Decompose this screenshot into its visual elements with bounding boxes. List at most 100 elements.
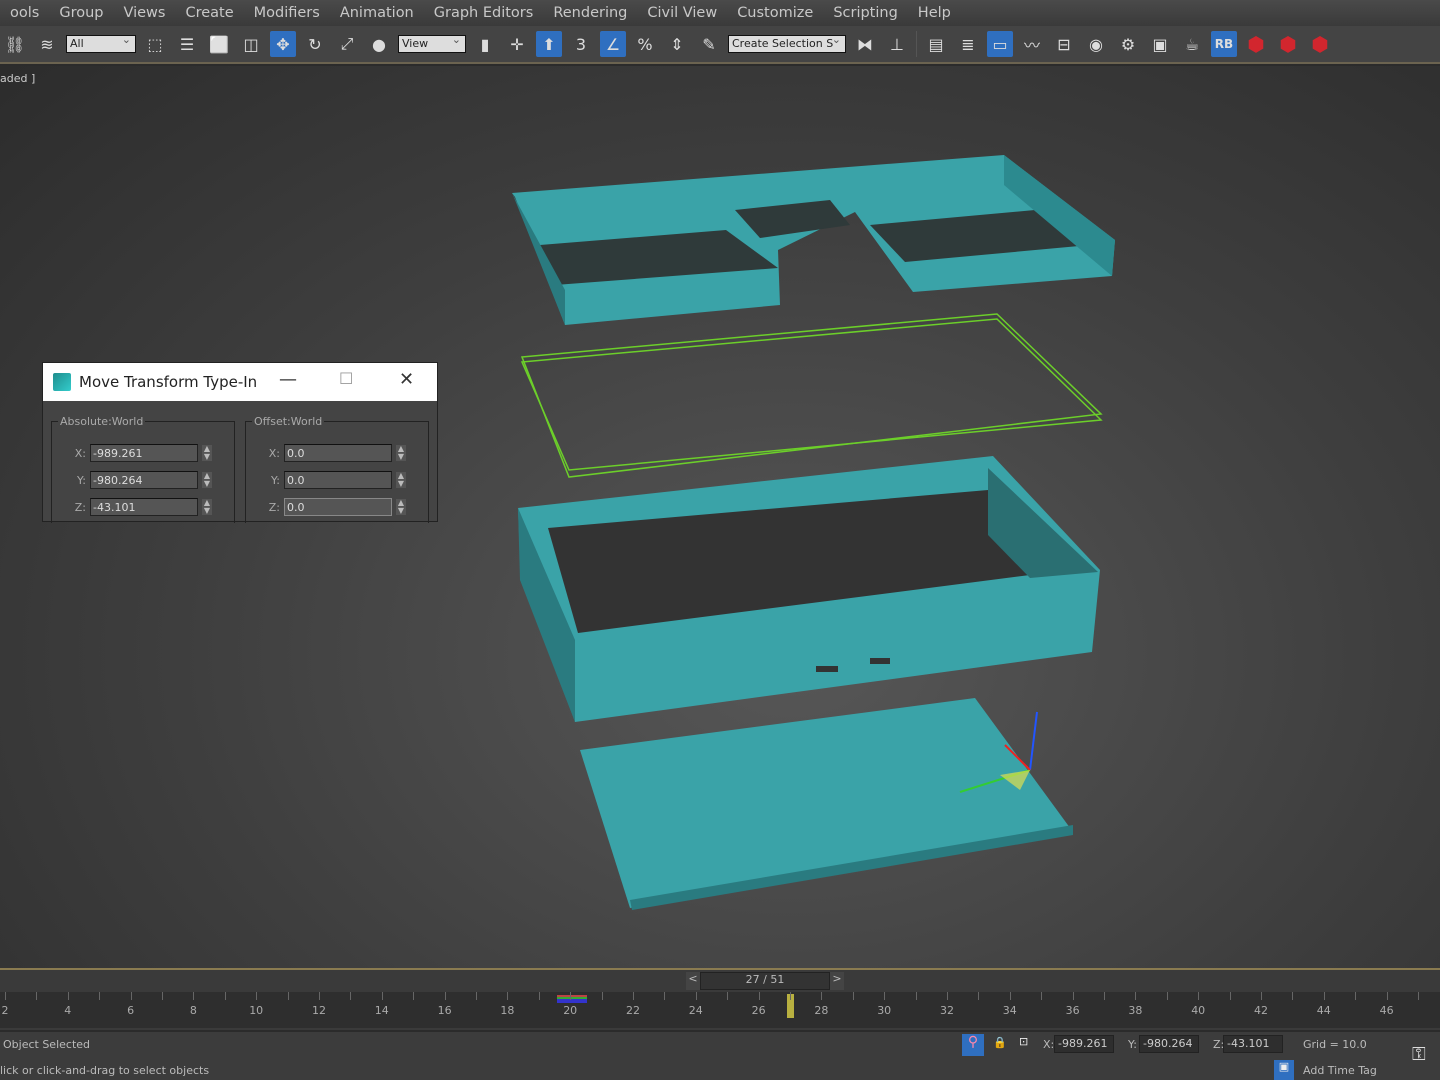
redshift-rv-icon[interactable]: ⬢ (1243, 31, 1269, 57)
timeline-tick-label: 38 (1128, 1004, 1143, 1017)
status-y-field[interactable]: -980.264 (1139, 1035, 1199, 1053)
drawer-box-object[interactable] (518, 456, 1100, 722)
select-object-icon[interactable]: ⬚ (142, 31, 168, 57)
named-selection-dropdown[interactable]: Create Selection S (728, 33, 846, 53)
timeline-tick-label: 30 (877, 1004, 892, 1017)
bottom-board-object[interactable] (580, 698, 1073, 910)
mirror-icon[interactable]: ⧓ (852, 31, 878, 57)
render-setup-icon[interactable]: ⚙ (1115, 31, 1141, 57)
reference-coordinate-dropdown[interactable]: View (398, 33, 466, 53)
offset-x-field[interactable] (284, 444, 392, 462)
edit-named-selection-icon[interactable]: ✎ (696, 31, 722, 57)
selected-panel-object[interactable] (520, 313, 1103, 478)
top-tray-object[interactable] (512, 155, 1115, 325)
absolute-z-field[interactable] (90, 498, 198, 516)
percent-snap-icon[interactable]: % (632, 31, 658, 57)
absolute-y-field[interactable] (90, 471, 198, 489)
x-label: X: (268, 446, 280, 460)
absolute-mode-icon[interactable]: ⊡ (1019, 1035, 1028, 1048)
offset-z-spinner[interactable]: ▲ ▼ (396, 499, 406, 515)
dialog-titlebar[interactable]: Move Transform Type-In — ☐ ✕ (43, 363, 437, 401)
add-time-tag-button[interactable]: Add Time Tag (1303, 1064, 1377, 1077)
time-slider-thumb[interactable]: 27 / 51 (700, 972, 830, 990)
menu-item[interactable]: Scripting (823, 5, 907, 21)
curve-editor-icon[interactable]: 〰 (1019, 31, 1045, 57)
rendered-frame-window-icon[interactable]: ▣ (1147, 31, 1173, 57)
bind-spacewarp-icon[interactable]: ≋ (34, 31, 60, 57)
select-rotate-icon[interactable]: ↻ (302, 31, 328, 57)
offset-z-field[interactable] (284, 498, 392, 516)
timeline-tick (1072, 992, 1074, 1000)
pivot-center-icon[interactable]: ▮ (472, 31, 498, 57)
layer-explorer-icon[interactable]: ≣ (955, 31, 981, 57)
status-z-field[interactable]: -43.101 (1223, 1035, 1283, 1053)
absolute-x-spinner[interactable]: ▲ ▼ (202, 445, 212, 461)
isolate-selection-icon[interactable]: ⚲ (962, 1034, 984, 1056)
status-x-field[interactable]: -989.261 (1054, 1035, 1114, 1053)
snaps-toggle-icon[interactable]: 3 (568, 31, 594, 57)
selection-lock-icon[interactable]: 🔒 (993, 1036, 1007, 1049)
minimize-button[interactable]: — (279, 369, 297, 390)
manipulate-icon[interactable]: ✛ (504, 31, 530, 57)
redshift-ipr-icon[interactable]: ⬢ (1307, 31, 1333, 57)
angle-snap-icon[interactable]: ∠ (600, 31, 626, 57)
menu-item[interactable]: Views (113, 5, 175, 21)
select-scale-icon[interactable]: ⤢ (334, 31, 360, 57)
menu-item[interactable]: Customize (727, 5, 823, 21)
timeline-tick (256, 992, 258, 1000)
y-label: Y: (1128, 1038, 1137, 1051)
timeline-tick-label: 2 (1, 1004, 9, 1017)
select-move-icon[interactable]: ✥ (270, 31, 296, 57)
x-label: X: (74, 446, 86, 460)
offset-world-legend: Offset:World (254, 415, 323, 428)
offset-y-spinner[interactable]: ▲ ▼ (396, 472, 406, 488)
schematic-view-icon[interactable]: ⊟ (1051, 31, 1077, 57)
keyframe-marker[interactable] (557, 995, 587, 1003)
time-slider[interactable]: < 27 / 51 > (686, 972, 844, 990)
timeline-tick (1229, 992, 1231, 1000)
prev-frame-button[interactable]: < (686, 972, 700, 990)
menu-item[interactable]: ools (0, 5, 49, 21)
close-button[interactable]: ✕ (399, 369, 414, 390)
window-crossing-icon[interactable]: ◫ (238, 31, 264, 57)
menu-item[interactable]: Create (175, 5, 243, 21)
key-mode-icon[interactable]: ⚿ (1412, 1044, 1426, 1065)
material-editor-icon[interactable]: ◉ (1083, 31, 1109, 57)
offset-x-spinner[interactable]: ▲ ▼ (396, 445, 406, 461)
absolute-y-spinner[interactable]: ▲ ▼ (202, 472, 212, 488)
menu-bar: ools Group Views Create Modifiers Animation Gr… (0, 0, 1440, 26)
timeline-tick (1355, 992, 1357, 1000)
redshift-render-icon[interactable]: ⬢ (1275, 31, 1301, 57)
maximize-button[interactable]: ☐ (339, 369, 353, 388)
menu-item[interactable]: Rendering (543, 5, 637, 21)
absolute-x-field[interactable] (90, 444, 198, 462)
offset-y-field[interactable] (284, 471, 392, 489)
menu-item[interactable]: Modifiers (244, 5, 330, 21)
render-production-icon[interactable]: ☕ (1179, 31, 1205, 57)
absolute-z-spinner[interactable]: ▲ ▼ (202, 499, 212, 515)
prompt-line: lick or click-and-drag to select objects (0, 1064, 210, 1077)
keyboard-shortcut-override-icon[interactable]: ⬆ (536, 31, 562, 57)
timeline-tick (538, 992, 540, 1000)
timeline-tick-label: 28 (814, 1004, 829, 1017)
select-by-name-icon[interactable]: ☰ (174, 31, 200, 57)
selection-region-icon[interactable]: ⬜ (206, 31, 232, 57)
selection-filter-dropdown[interactable]: All (66, 33, 136, 53)
place-icon[interactable]: ● (366, 31, 392, 57)
track-bar[interactable]: 2 4 6 8 10 12 14 16 18 20 22 24 26 28 30 32 34 36 38 40 42 44… (0, 992, 1440, 1028)
time-tag-icon[interactable]: ▣ (1274, 1060, 1294, 1080)
ribbon-toggle-icon[interactable]: ▭ (987, 31, 1013, 57)
menu-item[interactable]: Graph Editors (424, 5, 544, 21)
menu-item[interactable]: Civil View (637, 5, 727, 21)
next-frame-button[interactable]: > (830, 972, 844, 990)
rb-plugin-button[interactable]: RB (1211, 31, 1237, 57)
scene-explorer-icon[interactable]: ▤ (923, 31, 949, 57)
menu-item[interactable]: Group (49, 5, 113, 21)
timeline-tick (821, 992, 823, 1000)
align-icon[interactable]: ⊥ (884, 31, 910, 57)
menu-item[interactable]: Animation (330, 5, 424, 21)
link-icon[interactable]: ⛓ (2, 31, 28, 57)
menu-item[interactable]: Help (908, 5, 961, 21)
spinner-snap-icon[interactable]: ⇕ (664, 31, 690, 57)
timeline-tick-label: 36 (1065, 1004, 1080, 1017)
